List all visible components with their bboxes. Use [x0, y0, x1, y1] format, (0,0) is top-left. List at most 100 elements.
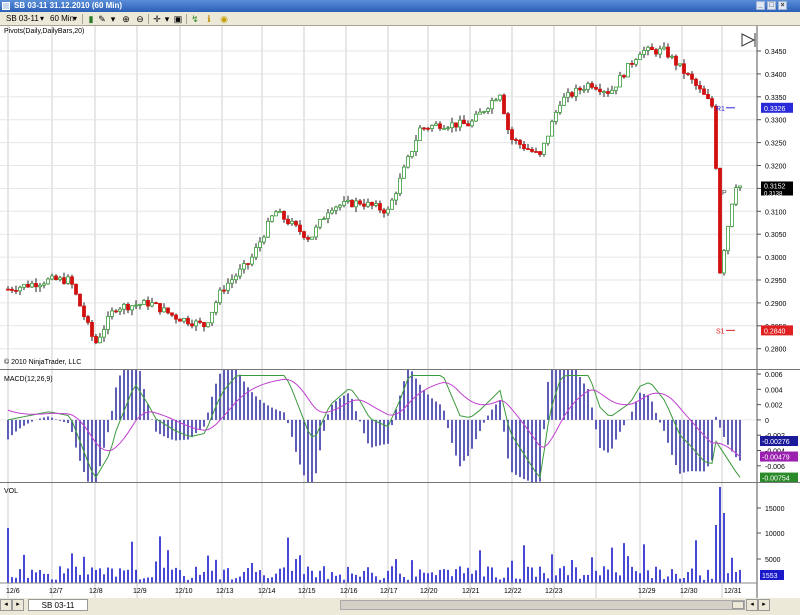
candle-body — [354, 200, 358, 208]
macd-average-marker: -0.00479 — [762, 455, 790, 462]
zoom-in-icon[interactable]: ⊕ — [121, 14, 131, 24]
candle-body — [162, 307, 166, 313]
candle-body — [682, 63, 686, 74]
macd-average-line — [7, 378, 741, 458]
close-button[interactable]: × — [778, 1, 787, 10]
candle-body — [66, 276, 70, 284]
r1-price-marker: 0.3326 — [764, 106, 786, 113]
interval-dropdown-icon[interactable]: ▾ — [73, 14, 77, 24]
zoom-out-icon[interactable]: ⊖ — [135, 14, 145, 24]
candle-body — [482, 111, 486, 113]
volume-pane: 15000 10000 5000 1553 12/6 12/7 12/8 12/9 12/10 1… — [0, 483, 800, 598]
candle-body — [518, 139, 522, 145]
price-chart[interactable]: 0.3450 0.3400 0.3350 0.3300 0.3250 0.3200 0.31… — [0, 26, 800, 369]
chart-scroll-end-icon — [741, 33, 756, 47]
candle-body — [110, 310, 114, 317]
r1-pivot-label: R1 — [716, 106, 725, 113]
macd-value-marker: -0.00276 — [762, 439, 790, 446]
x-axis-date-label: 12/6 — [6, 588, 20, 595]
properties-icon[interactable]: ▣ — [173, 14, 183, 24]
drawing-tool-icon[interactable]: ✎ — [97, 14, 107, 24]
candle-body — [346, 199, 350, 202]
data-box-icon[interactable]: ◉ — [219, 14, 229, 24]
candle-body — [510, 129, 514, 140]
candle-body — [490, 100, 494, 110]
candle-body — [410, 151, 414, 157]
indicators-icon[interactable]: ℹ — [204, 14, 214, 24]
candle-body — [694, 78, 698, 86]
macd-chart[interactable]: 0.0060.0040.0020-0.002-0.004-0.006-0.002… — [0, 370, 800, 482]
candle-body — [206, 322, 210, 328]
candle-body — [566, 92, 570, 98]
minimize-button[interactable]: _ — [756, 1, 765, 10]
tab-scroll-right-icon[interactable]: ▸ — [12, 599, 24, 611]
crosshair-icon[interactable]: ✛ — [152, 14, 162, 24]
instrument-selector[interactable]: SB 03-11 — [6, 14, 39, 24]
candle-body — [602, 91, 606, 93]
scroll-left-icon[interactable]: ◂ — [746, 599, 758, 611]
tab-scroll-left-icon[interactable]: ◂ — [0, 599, 12, 611]
last-price-sub-marker: 0.3138 — [764, 191, 783, 197]
candle-body — [230, 279, 234, 284]
candle-body — [246, 263, 250, 265]
candle-body — [734, 187, 738, 205]
candle-body — [38, 284, 42, 288]
scrollbar-thumb[interactable] — [732, 601, 744, 609]
x-axis-date-label: 12/23 — [545, 588, 563, 595]
toolbar-separator — [186, 14, 187, 24]
candle-body — [102, 329, 106, 338]
strategies-icon[interactable]: ↯ — [190, 14, 200, 24]
candle-body — [178, 318, 182, 322]
candle-body — [22, 283, 26, 288]
drawing-tool-dropdown-icon[interactable]: ▾ — [108, 14, 118, 24]
candle-body — [538, 151, 542, 155]
candle-body — [414, 140, 418, 152]
candle-body — [618, 75, 622, 88]
tab-instrument[interactable]: SB 03-11 — [28, 599, 88, 611]
candle-body — [590, 83, 594, 88]
candle-body — [86, 316, 90, 323]
candle-body — [542, 142, 546, 155]
candle-body — [730, 203, 734, 227]
candle-body — [462, 119, 466, 125]
candle-body — [34, 283, 38, 288]
candle-body — [306, 237, 310, 240]
candle-body — [322, 218, 326, 221]
macd-indicator-label: MACD(12,26,9) — [4, 376, 53, 383]
price-tick-label: 0.3300 — [765, 118, 787, 125]
candle-body — [362, 203, 366, 207]
candle-body — [406, 156, 410, 168]
candle-body — [582, 89, 586, 91]
candle-body — [710, 98, 714, 107]
candle-body — [702, 88, 706, 95]
volume-chart[interactable]: 15000 10000 5000 1553 12/6 12/7 12/8 12/9 12/10 1… — [0, 483, 800, 598]
candle-body — [390, 199, 394, 210]
candle-body — [270, 215, 274, 222]
candle-body — [650, 46, 654, 51]
candle-body — [342, 200, 346, 206]
price-tick-label: 0.2800 — [765, 347, 787, 354]
candle-body — [218, 289, 222, 303]
candle-body — [330, 209, 334, 214]
window-title-bar: SB 03-11 31.12.2010 (60 Min) _ □ × — [0, 0, 800, 12]
candle-body — [714, 105, 718, 169]
x-axis-date-label: 12/21 — [462, 588, 480, 595]
candle-body — [18, 286, 22, 292]
crosshair-dropdown-icon[interactable]: ▾ — [162, 14, 172, 24]
x-axis-date-label: 12/7 — [49, 588, 63, 595]
maximize-button[interactable]: □ — [767, 1, 776, 10]
bar-type-icon[interactable]: ▮ — [86, 14, 96, 24]
candle-body — [118, 308, 122, 312]
candle-body — [690, 73, 694, 80]
candle-body — [374, 203, 378, 206]
macd-pane: 0.0060.0040.0020-0.002-0.004-0.006-0.002… — [0, 370, 800, 483]
candle-body — [78, 293, 82, 307]
candle-body — [386, 208, 390, 214]
price-tick-label: 0.2950 — [765, 278, 787, 285]
scroll-right-icon[interactable]: ▸ — [758, 599, 770, 611]
horizontal-scrollbar[interactable] — [340, 600, 745, 610]
candle-body — [278, 211, 282, 213]
instrument-dropdown-icon[interactable]: ▾ — [40, 14, 44, 24]
candle-body — [654, 49, 658, 55]
interval-selector[interactable]: 60 Min — [50, 14, 74, 24]
